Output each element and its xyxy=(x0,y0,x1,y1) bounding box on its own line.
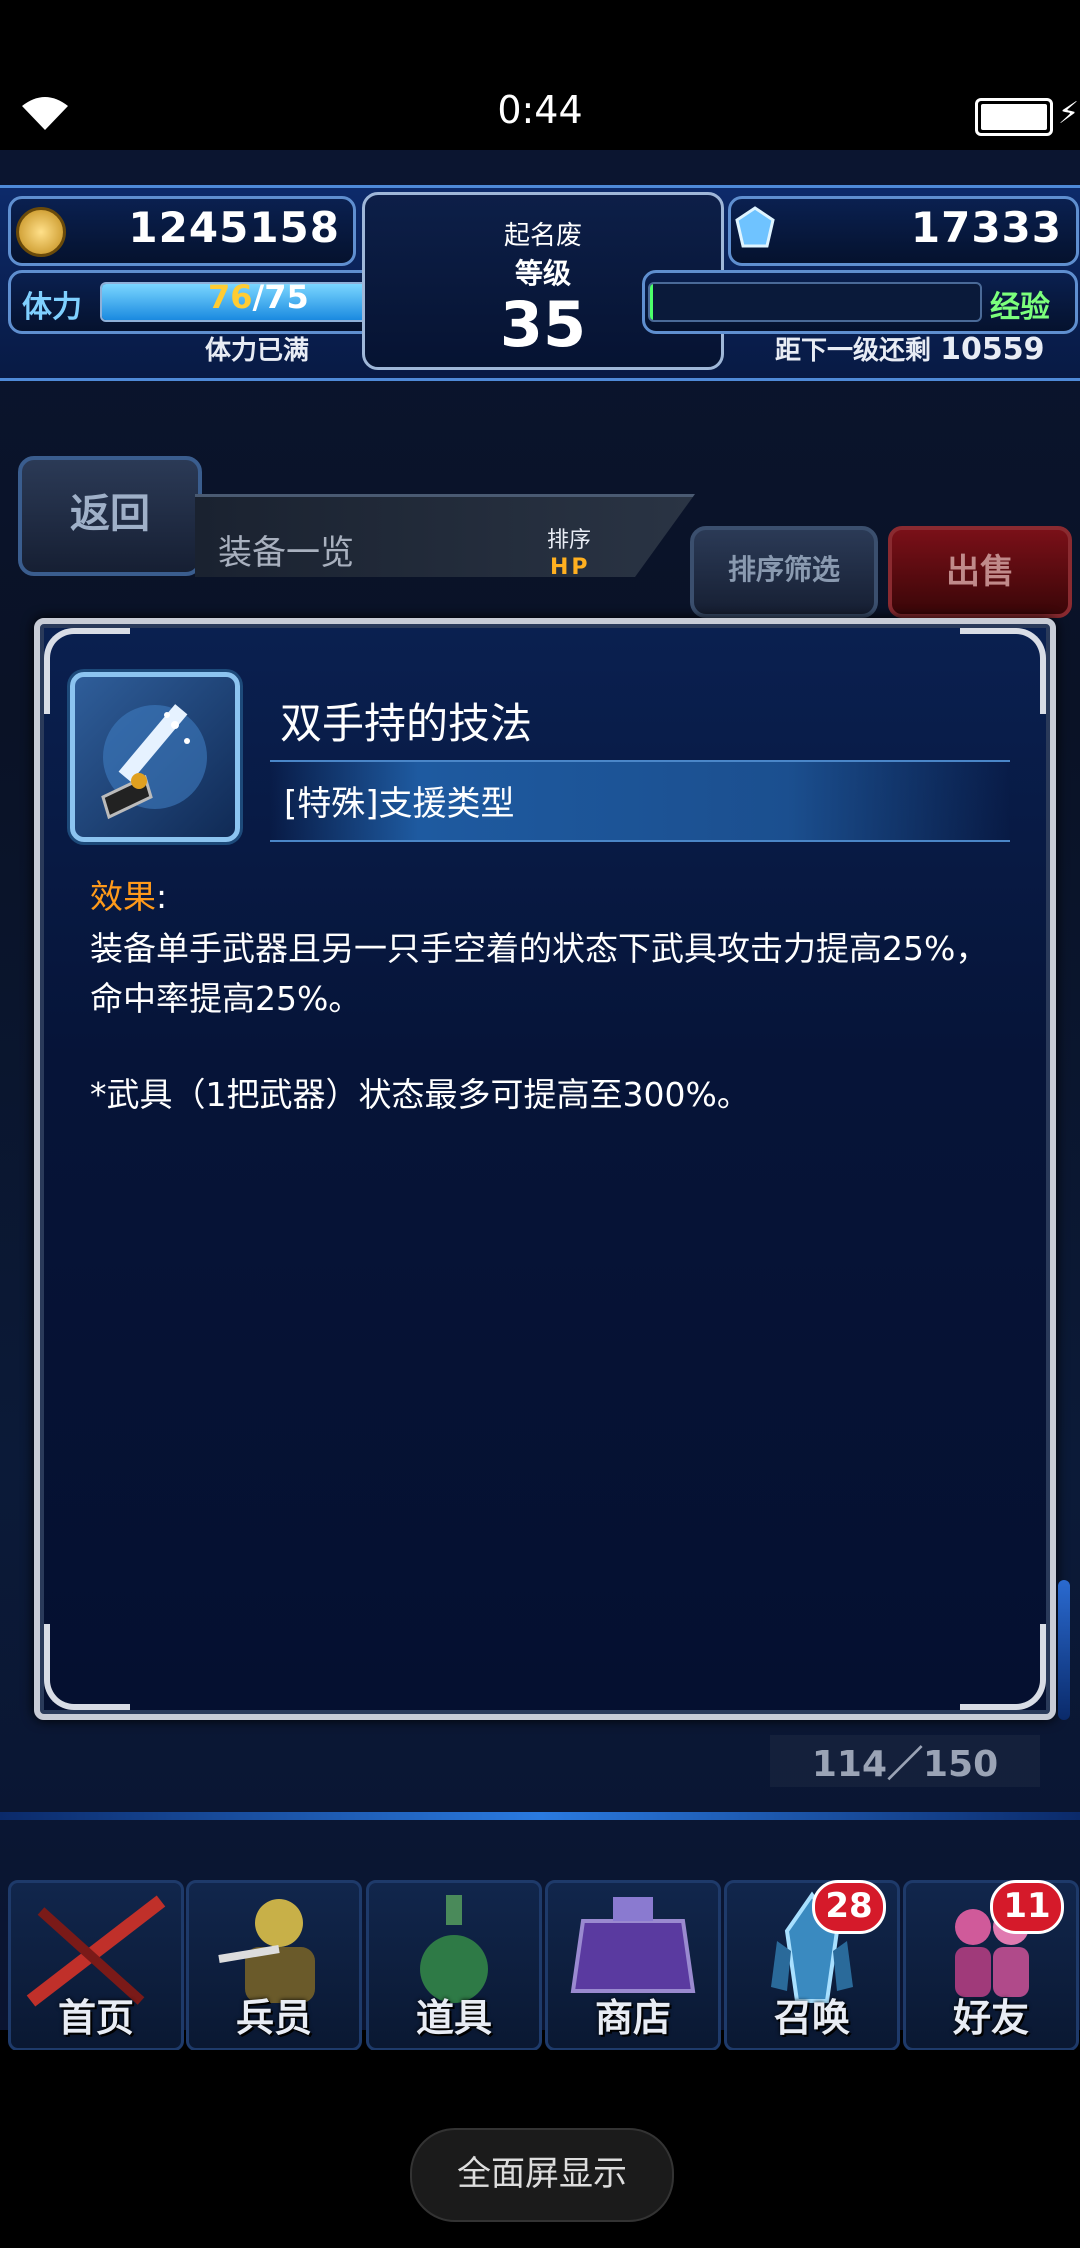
gil-coin-icon xyxy=(16,207,66,257)
tab-units-label: 兵员 xyxy=(235,1996,312,2040)
sell-button-label: 出售 xyxy=(946,552,1014,592)
summon-badge: 28 xyxy=(812,1880,886,1934)
effect-line-1: 装备单手武器且另一只手空着的状态下武具攻击力提高25%， xyxy=(90,929,989,968)
exp-remaining: 距下一级还剩 10559 xyxy=(775,330,1044,367)
tab-items-label: 道具 xyxy=(415,1996,492,2040)
inventory-count: 114／150 xyxy=(770,1735,1040,1787)
panel-corner-ornament xyxy=(960,628,1046,714)
tab-items[interactable]: 道具 xyxy=(366,1880,542,2051)
sort-filter-label: 排序筛选 xyxy=(727,553,840,586)
ability-type: [特殊]支援类型 xyxy=(284,784,515,824)
scrollbar[interactable] xyxy=(1058,1580,1070,1720)
effect-colon: : xyxy=(156,877,168,916)
effect-heading: 效果: xyxy=(90,870,167,918)
exp-remaining-label: 距下一级还剩 xyxy=(775,336,932,366)
gem-amount: 17333 xyxy=(910,203,1062,252)
status-bar: 0:44 ⚡ xyxy=(0,0,1080,150)
ability-icon xyxy=(70,672,240,842)
tab-units[interactable]: 兵员 xyxy=(186,1880,362,2051)
lapis-gem-icon xyxy=(733,206,777,250)
friends-badge: 11 xyxy=(990,1880,1064,1934)
sword-ability-icon xyxy=(101,704,207,820)
exp-bar xyxy=(648,282,982,322)
sort-label: 排序 xyxy=(547,528,592,553)
sort-value[interactable]: HP xyxy=(550,555,591,580)
tab-shop-label: 商店 xyxy=(594,1996,671,2040)
stamina-value: 76/75 xyxy=(208,278,309,316)
sell-button[interactable]: 出售 xyxy=(888,526,1072,618)
effect-label: 效果 xyxy=(90,877,156,916)
back-button[interactable]: 返回 xyxy=(18,456,202,576)
sort-filter-button[interactable]: 排序筛选 xyxy=(690,526,878,618)
player-name: 起名废 xyxy=(503,221,582,251)
exp-bar-fill xyxy=(650,284,654,320)
shop-icon xyxy=(570,1897,696,1993)
gil-amount: 1245158 xyxy=(128,203,340,252)
panel-corner-ornament xyxy=(44,1624,130,1710)
tab-home-label: 首页 xyxy=(57,1996,134,2040)
nav-divider xyxy=(0,1812,1080,1820)
effect-line-2: 命中率提高25%。 xyxy=(90,979,362,1018)
panel-corner-ornament xyxy=(960,1624,1046,1710)
stamina-current: 76 xyxy=(208,278,253,316)
stamina-label: 体力 xyxy=(22,290,82,325)
stamina-status: 体力已满 xyxy=(205,336,310,366)
back-button-label: 返回 xyxy=(70,491,150,537)
tab-friends-label: 好友 xyxy=(952,1996,1029,2040)
tab-shop[interactable]: 商店 xyxy=(545,1880,721,2051)
ability-name: 双手持的技法 xyxy=(280,699,533,748)
clock: 0:44 xyxy=(497,88,583,132)
section-title: 装备一览 xyxy=(218,533,354,573)
fullscreen-button[interactable]: 全面屏显示 xyxy=(410,2128,674,2222)
stamina-max: /75 xyxy=(252,278,309,316)
tab-home[interactable]: 首页 xyxy=(8,1880,184,2051)
exp-remaining-value: 10559 xyxy=(940,332,1045,367)
charging-icon: ⚡ xyxy=(1058,96,1080,131)
battery-icon xyxy=(975,98,1053,136)
exp-label: 经验 xyxy=(990,290,1050,325)
effect-note: *武具（1把武器）状态最多可提高至300%。 xyxy=(90,1075,750,1114)
tab-summon-label: 召唤 xyxy=(773,1996,850,2040)
